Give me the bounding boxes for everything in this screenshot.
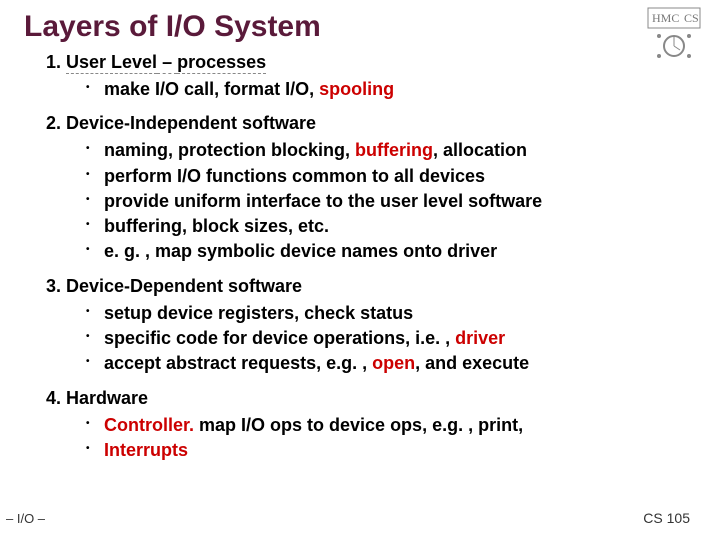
list-item: Interrupts <box>86 438 696 462</box>
text: e. g. , map symbolic device names onto d… <box>104 241 497 261</box>
list-item: provide uniform interface to the user le… <box>86 189 696 213</box>
svg-text:HMC: HMC <box>652 11 679 25</box>
heading-part: – <box>157 52 177 74</box>
layer-item-1: User Level – processes make I/O call, fo… <box>66 52 696 101</box>
heading-part: User Level <box>66 52 157 74</box>
text: setup device registers, check status <box>104 303 413 323</box>
text: specific code for device operations, i.e… <box>104 328 455 348</box>
emphasis: driver <box>455 328 505 348</box>
text: , allocation <box>433 140 527 160</box>
text: , and execute <box>415 353 529 373</box>
emphasis: Controller. <box>104 415 194 435</box>
text: perform I/O functions common to all devi… <box>104 166 485 186</box>
list-item: setup device registers, check status <box>86 301 696 325</box>
text: naming, protection blocking, <box>104 140 355 160</box>
college-logo: HMC CS <box>646 6 702 62</box>
heading-part: processes <box>177 52 266 74</box>
layer-heading: Hardware <box>66 388 148 408</box>
text: accept abstract requests, e.g. , <box>104 353 372 373</box>
layer-item-2: Device-Independent software naming, prot… <box>66 113 696 263</box>
layer-heading: Device-Dependent software <box>66 276 302 296</box>
sub-list: make I/O call, format I/O, spooling <box>66 77 696 101</box>
layer-heading: User Level – processes <box>66 52 266 74</box>
footer-right: CS 105 <box>643 510 690 526</box>
layer-item-3: Device-Dependent software setup device r… <box>66 276 696 376</box>
text: map I/O ops to device ops, e.g. , print, <box>194 415 523 435</box>
layer-heading: Device-Independent software <box>66 113 316 133</box>
list-item: perform I/O functions common to all devi… <box>86 164 696 188</box>
text: provide uniform interface to the user le… <box>104 191 542 211</box>
list-item: make I/O call, format I/O, spooling <box>86 77 696 101</box>
emphasis: buffering <box>355 140 433 160</box>
emphasis: open <box>372 353 415 373</box>
layer-list: User Level – processes make I/O call, fo… <box>24 52 696 462</box>
slide: HMC CS Layers of I/O System User Level –… <box>0 0 720 540</box>
footer-left: – I/O – <box>6 511 45 526</box>
sub-list: Controller. map I/O ops to device ops, e… <box>66 413 696 463</box>
list-item: specific code for device operations, i.e… <box>86 326 696 350</box>
emphasis: Interrupts <box>104 440 188 460</box>
svg-text:CS: CS <box>684 11 699 25</box>
text: make I/O call, format I/O, <box>104 79 319 99</box>
text: buffering, block sizes, etc. <box>104 216 329 236</box>
emphasis: spooling <box>319 79 394 99</box>
list-item: accept abstract requests, e.g. , open, a… <box>86 351 696 375</box>
list-item: buffering, block sizes, etc. <box>86 214 696 238</box>
list-item: Controller. map I/O ops to device ops, e… <box>86 413 696 437</box>
list-item: naming, protection blocking, buffering, … <box>86 138 696 162</box>
list-item: e. g. , map symbolic device names onto d… <box>86 239 696 263</box>
layer-item-4: Hardware Controller. map I/O ops to devi… <box>66 388 696 463</box>
sub-list: naming, protection blocking, buffering, … <box>66 138 696 263</box>
slide-title: Layers of I/O System <box>24 10 696 44</box>
sub-list: setup device registers, check status spe… <box>66 301 696 376</box>
